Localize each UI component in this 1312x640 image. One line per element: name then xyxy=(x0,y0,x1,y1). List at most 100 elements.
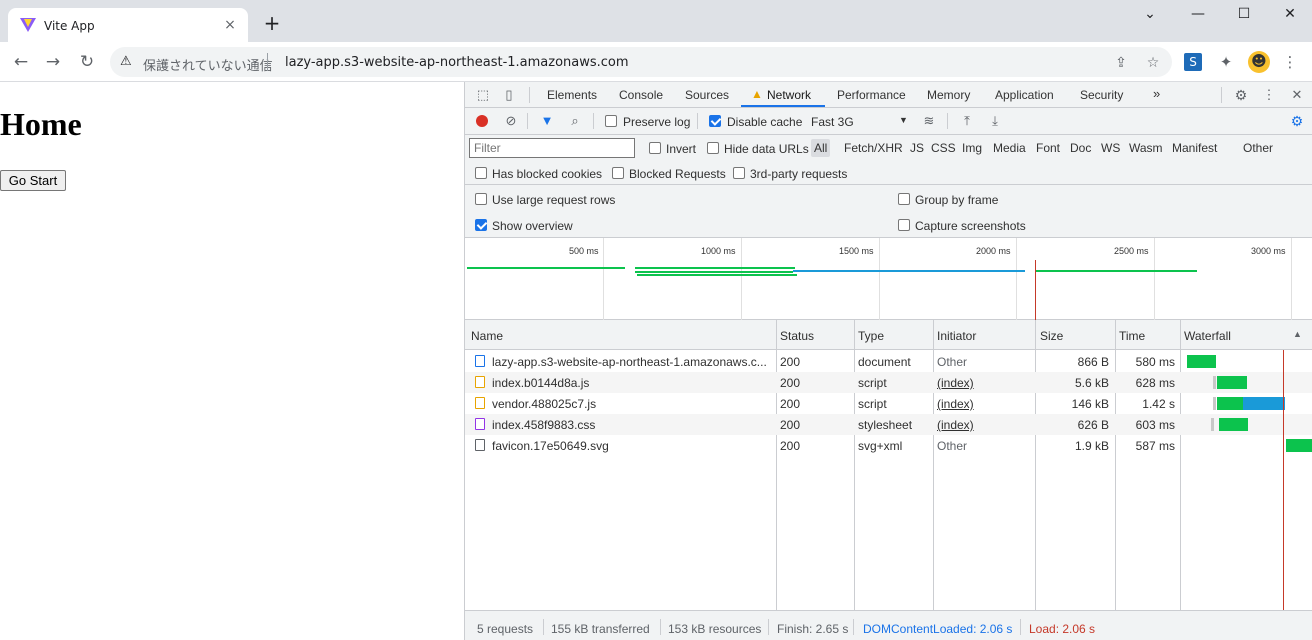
request-name[interactable]: vendor.488025c7.js xyxy=(492,397,770,411)
tab-memory[interactable]: Memory xyxy=(927,88,970,102)
network-overview[interactable]: 500 ms 1000 ms 1500 ms 2000 ms 2500 ms 3… xyxy=(465,238,1312,320)
request-initiator-link[interactable]: (index) xyxy=(937,418,974,432)
column-time[interactable]: Time xyxy=(1119,329,1145,343)
filter-type-all[interactable]: All xyxy=(811,139,831,157)
minimize-button[interactable]: — xyxy=(1186,6,1210,26)
record-icon[interactable] xyxy=(476,115,488,127)
filter-type-img[interactable]: Img xyxy=(962,141,982,155)
request-name[interactable]: lazy-app.s3-website-ap-northeast-1.amazo… xyxy=(492,355,770,369)
more-tabs-icon[interactable]: » xyxy=(1153,86,1160,101)
import-har-icon[interactable]: ⤒ xyxy=(959,113,975,129)
request-name[interactable]: index.458f9883.css xyxy=(492,418,770,432)
show-overview-label[interactable]: Show overview xyxy=(492,219,573,233)
table-row[interactable]: index.b0144d8a.js 200 script (index) 5.6… xyxy=(465,372,1312,393)
column-type[interactable]: Type xyxy=(858,329,884,343)
filter-input[interactable] xyxy=(469,138,635,158)
filter-type-css[interactable]: CSS xyxy=(931,141,956,155)
table-row[interactable]: index.458f9883.css 200 stylesheet (index… xyxy=(465,414,1312,435)
table-row[interactable]: lazy-app.s3-website-ap-northeast-1.amazo… xyxy=(465,351,1312,372)
large-rows-label[interactable]: Use large request rows xyxy=(492,193,615,207)
disable-cache-checkbox[interactable] xyxy=(709,115,721,127)
throttling-select[interactable]: Fast 3G xyxy=(811,115,854,129)
capture-screenshots-checkbox[interactable] xyxy=(898,219,910,231)
chevron-down-icon[interactable]: ▼ xyxy=(899,115,908,125)
table-row[interactable]: favicon.17e50649.svg 200 svg+xml Other 1… xyxy=(465,435,1312,456)
reload-icon[interactable]: ↻ xyxy=(76,51,98,73)
has-blocked-cookies-checkbox[interactable] xyxy=(475,167,487,179)
third-party-label[interactable]: 3rd-party requests xyxy=(750,167,847,181)
filter-type-wasm[interactable]: Wasm xyxy=(1129,141,1163,155)
tab-close-icon[interactable]: × xyxy=(220,15,240,35)
request-name[interactable]: favicon.17e50649.svg xyxy=(492,439,770,453)
tab-application[interactable]: Application xyxy=(995,88,1054,102)
invert-checkbox[interactable] xyxy=(649,142,661,154)
invert-label[interactable]: Invert xyxy=(666,142,696,156)
request-name[interactable]: index.b0144d8a.js xyxy=(492,376,770,390)
preserve-log-label[interactable]: Preserve log xyxy=(623,115,690,129)
hide-data-urls-checkbox[interactable] xyxy=(707,142,719,154)
settings-gear-icon[interactable]: ⚙ xyxy=(1233,87,1249,103)
export-har-icon[interactable]: ⤓ xyxy=(987,113,1003,129)
preserve-log-checkbox[interactable] xyxy=(605,115,617,127)
forward-icon[interactable]: → xyxy=(42,51,64,73)
puzzle-extensions-icon[interactable]: ✦ xyxy=(1216,52,1236,72)
filter-type-other[interactable]: Other xyxy=(1243,141,1273,155)
warning-icon[interactable]: ⚠ xyxy=(120,54,132,69)
column-size[interactable]: Size xyxy=(1040,329,1063,343)
tab-elements[interactable]: Elements xyxy=(547,88,597,102)
request-initiator-link[interactable]: (index) xyxy=(937,397,974,411)
filter-type-font[interactable]: Font xyxy=(1036,141,1060,155)
network-settings-icon[interactable]: ⚙ xyxy=(1289,113,1305,129)
close-window-button[interactable]: ✕ xyxy=(1278,6,1302,26)
capture-screenshots-label[interactable]: Capture screenshots xyxy=(915,219,1026,233)
tab-console[interactable]: Console xyxy=(619,88,663,102)
sort-ascending-icon[interactable]: ▲ xyxy=(1293,329,1302,339)
network-conditions-icon[interactable]: ≋ xyxy=(921,113,937,129)
large-rows-checkbox[interactable] xyxy=(475,193,487,205)
filter-type-fetch-xhr[interactable]: Fetch/XHR xyxy=(844,141,903,155)
back-icon[interactable]: ← xyxy=(10,51,32,73)
request-initiator-link[interactable]: (index) xyxy=(937,376,974,390)
blocked-requests-label[interactable]: Blocked Requests xyxy=(629,167,726,181)
menu-icon[interactable]: ⋮ xyxy=(1280,52,1300,72)
kebab-menu-icon[interactable]: ⋮ xyxy=(1261,87,1277,103)
tab-performance[interactable]: Performance xyxy=(837,88,906,102)
column-initiator[interactable]: Initiator xyxy=(937,329,976,343)
url-text[interactable]: lazy-app.s3-website-ap-northeast-1.amazo… xyxy=(285,55,629,70)
tab-security[interactable]: Security xyxy=(1080,88,1123,102)
column-waterfall[interactable]: Waterfall xyxy=(1184,329,1231,343)
inspect-element-icon[interactable]: ⬚ xyxy=(475,87,491,103)
column-status[interactable]: Status xyxy=(780,329,814,343)
has-blocked-cookies-label[interactable]: Has blocked cookies xyxy=(492,167,602,181)
share-icon[interactable]: ⇪ xyxy=(1112,54,1130,72)
filter-type-ws[interactable]: WS xyxy=(1101,141,1120,155)
new-tab-button[interactable]: + xyxy=(262,13,282,34)
tab-search-icon[interactable]: ⌄ xyxy=(1138,6,1162,26)
show-overview-checkbox[interactable] xyxy=(475,219,487,231)
browser-tab[interactable]: Vite App × xyxy=(8,8,248,42)
device-toolbar-icon[interactable]: ▯ xyxy=(501,87,517,103)
tab-network[interactable]: Network xyxy=(767,88,811,102)
table-row[interactable]: vendor.488025c7.js 200 script (index) 14… xyxy=(465,393,1312,414)
go-start-button[interactable]: Go Start xyxy=(0,170,66,191)
column-name[interactable]: Name xyxy=(471,329,503,343)
hide-data-urls-label[interactable]: Hide data URLs xyxy=(724,142,809,156)
security-status[interactable]: 保護されていない通信 xyxy=(143,55,273,74)
third-party-checkbox[interactable] xyxy=(733,167,745,179)
profile-avatar-icon[interactable]: ☻ xyxy=(1248,51,1270,73)
blocked-requests-checkbox[interactable] xyxy=(612,167,624,179)
filter-type-media[interactable]: Media xyxy=(993,141,1026,155)
clear-icon[interactable]: ⊘ xyxy=(503,113,519,129)
filter-type-doc[interactable]: Doc xyxy=(1070,141,1091,155)
filter-type-manifest[interactable]: Manifest xyxy=(1172,141,1217,155)
filter-type-js[interactable]: JS xyxy=(910,141,924,155)
address-bar[interactable]: ⚠ 保護されていない通信 lazy-app.s3-website-ap-nort… xyxy=(110,47,1172,77)
close-devtools-icon[interactable]: ✕ xyxy=(1289,87,1305,103)
filter-icon[interactable]: ▼ xyxy=(539,113,555,129)
tab-sources[interactable]: Sources xyxy=(685,88,729,102)
maximize-button[interactable]: ☐ xyxy=(1232,6,1256,26)
extension-icon[interactable]: S xyxy=(1184,53,1202,71)
group-by-frame-checkbox[interactable] xyxy=(898,193,910,205)
disable-cache-label[interactable]: Disable cache xyxy=(727,115,802,129)
search-icon[interactable]: ⌕ xyxy=(567,113,583,129)
